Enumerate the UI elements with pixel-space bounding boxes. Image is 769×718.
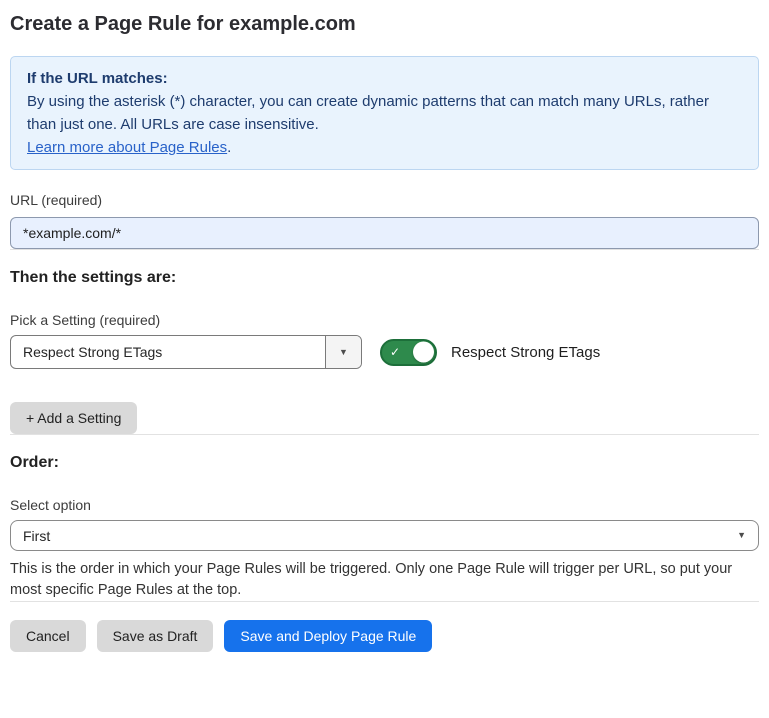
order-section-heading: Order: (10, 453, 759, 473)
settings-section-heading: Then the settings are: (10, 268, 759, 288)
setting-toggle[interactable]: ✓ (380, 339, 437, 366)
url-input[interactable] (10, 217, 759, 249)
section-divider (10, 434, 759, 435)
cancel-button[interactable]: Cancel (10, 620, 86, 652)
chevron-down-icon: ▼ (339, 348, 348, 357)
setting-row: Respect Strong ETags ▼ ✓ Respect Strong … (10, 335, 759, 369)
order-select-value: First (23, 528, 737, 544)
page-title: Create a Page Rule for example.com (10, 12, 759, 36)
section-divider (10, 601, 759, 602)
section-divider (10, 249, 759, 250)
info-box-link-line: Learn more about Page Rules. (27, 136, 742, 159)
chevron-down-icon: ▼ (737, 531, 746, 540)
pick-setting-label: Pick a Setting (required) (10, 312, 759, 329)
order-select[interactable]: First ▼ (10, 520, 759, 551)
link-suffix: . (227, 139, 231, 156)
setting-select-arrow-button[interactable]: ▼ (325, 336, 361, 368)
order-help-text: This is the order in which your Page Rul… (10, 559, 755, 601)
save-as-draft-button[interactable]: Save as Draft (97, 620, 214, 652)
learn-more-link[interactable]: Learn more about Page Rules (27, 139, 227, 156)
save-and-deploy-button[interactable]: Save and Deploy Page Rule (224, 620, 432, 652)
order-select-label: Select option (10, 497, 759, 514)
toggle-knob (413, 342, 434, 363)
form-actions: Cancel Save as Draft Save and Deploy Pag… (10, 620, 759, 652)
info-box-body: By using the asterisk (*) character, you… (27, 90, 742, 136)
url-field-label: URL (required) (10, 192, 759, 209)
toggle-label: Respect Strong ETags (451, 344, 600, 361)
page-rule-form: Create a Page Rule for example.com If th… (0, 0, 769, 652)
setting-select-value: Respect Strong ETags (11, 336, 325, 368)
check-icon: ✓ (390, 346, 400, 358)
info-box-heading: If the URL matches: (27, 67, 742, 90)
setting-select[interactable]: Respect Strong ETags ▼ (10, 335, 362, 369)
add-setting-button[interactable]: + Add a Setting (10, 402, 137, 434)
url-match-info-box: If the URL matches: By using the asteris… (10, 56, 759, 170)
